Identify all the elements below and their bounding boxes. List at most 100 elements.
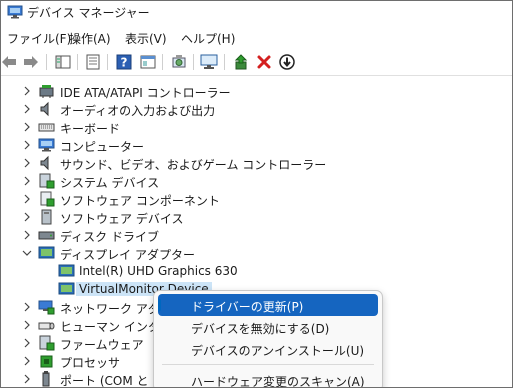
tree-item-label: ファームウェア [60,338,144,352]
chevron-right-icon[interactable] [22,355,32,367]
chevron-right-icon[interactable] [22,157,32,169]
firmware-icon [39,335,55,351]
tree-item-label: オーディオの入力および出力 [60,104,216,118]
toolbar: ? [1,49,512,76]
tree-item-disk-drives[interactable]: ディスク ドライブ [1,226,512,244]
tree-item-label: ソフトウェア コンポーネント [60,194,220,208]
chevron-down-icon[interactable] [22,247,32,259]
chevron-right-icon[interactable] [22,103,32,115]
show-hide-console-tree-icon [55,55,71,69]
menu-item-label: ドライバーの更新(P) [191,300,304,314]
view-icon [140,55,156,69]
chevron-right-icon[interactable] [22,373,32,385]
toolbar-separator [107,54,108,70]
menu-file[interactable]: ファイル(F) [7,30,71,47]
uninstall-device-button[interactable] [254,52,274,72]
ide-controller-icon [39,85,54,98]
update-driver-button[interactable] [231,52,251,72]
toolbar-separator [193,54,194,70]
menu-item-label: デバイスのアンインストール(U) [191,344,365,358]
menu-item-label: ハードウェア変更のスキャン(A) [191,375,365,388]
system-device-icon [39,173,55,189]
keyboard-icon [38,123,55,132]
tree-item-system-devices[interactable]: システム デバイス [1,172,512,190]
software-component-icon [40,191,55,207]
window-title: デバイス マネージャー [27,6,150,20]
chevron-right-icon[interactable] [22,319,32,331]
properties-button[interactable] [83,52,103,72]
tree-item-label: キーボード [60,122,121,136]
device-manager-window: デバイス マネージャー ファイル(F) 操作(A) 表示(V) ヘルプ(H) ? [0,0,513,388]
chevron-right-icon[interactable] [22,211,32,223]
back-button[interactable] [1,52,19,72]
monitor-button[interactable] [199,52,219,72]
tree-item-label: IDE ATA/ATAPI コントローラー [60,86,231,100]
help-button[interactable]: ? [114,52,134,72]
tree-item-software-devices[interactable]: ソフトウェア デバイス [1,208,512,226]
tree-item-sound-video-game[interactable]: サウンド、ビデオ、およびゲーム コントローラー [1,154,512,172]
tree-item-label: コンピューター [60,140,145,154]
menu-item-disable-device[interactable]: デバイスを無効にする(D) [158,316,378,338]
chevron-right-icon[interactable] [22,175,32,187]
display-adapter-icon [58,282,75,295]
disable-device-button[interactable] [277,52,297,72]
computer-icon [38,138,55,152]
menu-item-uninstall-device[interactable]: デバイスのアンインストール(U) [158,338,378,360]
disable-device-icon [279,54,295,70]
tree-item-label: システム デバイス [60,176,160,190]
menu-action[interactable]: 操作(A) [69,30,111,47]
toolbar-separator [46,54,47,70]
toolbar-separator [224,54,225,70]
chevron-right-icon[interactable] [22,121,32,133]
scan-hardware-button[interactable] [169,52,189,72]
tree-item-label: サウンド、ビデオ、およびゲーム コントローラー [60,158,327,172]
tree-item-ide-controllers[interactable]: IDE ATA/ATAPI コントローラー [1,82,512,100]
display-adapter-icon [38,246,55,259]
tree-item-label: ソフトウェア デバイス [60,212,184,226]
chevron-right-icon[interactable] [22,139,32,151]
tree-item-label: Intel(R) UHD Graphics 630 [79,264,238,278]
properties-icon [86,54,100,70]
toolbar-separator [162,54,163,70]
title-bar: デバイス マネージャー [1,1,512,23]
menu-item-label: デバイスを無効にする(D) [191,322,330,336]
menu-item-update-driver[interactable]: ドライバーの更新(P) [158,294,378,316]
chevron-right-icon[interactable] [22,301,32,313]
show-hide-tree-button[interactable] [53,52,73,72]
svg-text:?: ? [121,56,128,70]
menu-item-scan-hardware[interactable]: ハードウェア変更のスキャン(A) [158,369,378,388]
update-driver-icon [234,54,248,70]
tree-item-keyboards[interactable]: キーボード [1,118,512,136]
disk-drive-icon [38,231,55,240]
chevron-right-icon[interactable] [22,337,32,349]
menu-help[interactable]: ヘルプ(H) [181,30,235,47]
monitor-icon [200,54,218,69]
tree-item-software-components[interactable]: ソフトウェア コンポーネント [1,190,512,208]
uninstall-device-icon [257,55,271,69]
port-icon [42,371,50,387]
speaker-icon [40,101,49,117]
tree-item-audio-io[interactable]: オーディオの入力および出力 [1,100,512,118]
tree-item-label: ディスク ドライブ [60,230,159,244]
chevron-right-icon[interactable] [22,193,32,205]
tree-item-intel-uhd-630[interactable]: Intel(R) UHD Graphics 630 [1,262,512,280]
tree-item-label: ディスプレイ アダプター [60,248,195,262]
menu-view[interactable]: 表示(V) [125,30,167,47]
forward-arrow-icon [24,56,38,68]
forward-button[interactable] [21,52,41,72]
display-adapter-icon [58,264,75,277]
tree-item-display-adapters[interactable]: ディスプレイ アダプター [1,244,512,262]
scan-hardware-icon [172,55,186,68]
toolbar-separator [77,54,78,70]
tree-item-computer[interactable]: コンピューター [1,136,512,154]
view-button[interactable] [138,52,158,72]
hid-icon [38,322,55,330]
tree-item-label: プロセッサ [60,356,121,370]
chevron-right-icon[interactable] [22,85,32,97]
context-menu: ドライバーの更新(P) デバイスを無効にする(D) デバイスのアンインストール(… [153,290,383,388]
software-device-icon [41,209,52,225]
chevron-right-icon[interactable] [22,229,32,241]
back-arrow-icon [2,56,16,68]
speaker-icon [40,155,49,171]
menu-bar: ファイル(F) 操作(A) 表示(V) ヘルプ(H) [1,26,512,48]
